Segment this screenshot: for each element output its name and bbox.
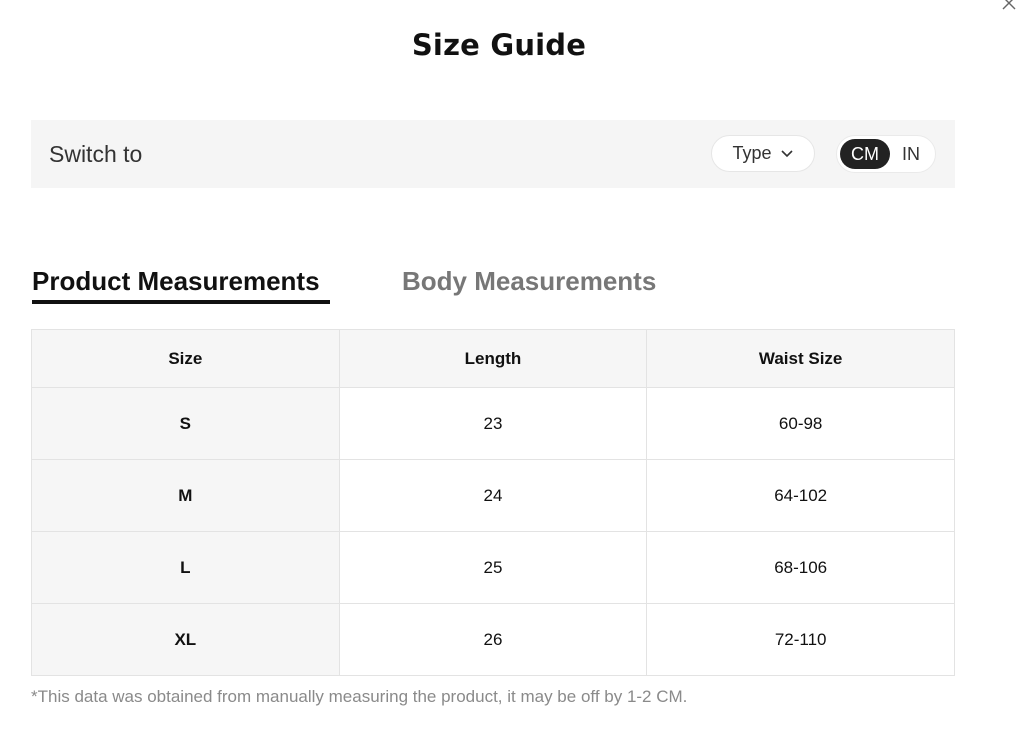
table-row: S 23 60-98 (31, 387, 955, 460)
chevron-down-icon (780, 149, 793, 157)
tab-body-measurements[interactable]: Body Measurements (402, 266, 656, 297)
waist-cell: 68-106 (646, 531, 955, 604)
table-header-row: Size Length Waist Size (31, 329, 955, 388)
table-row: L 25 68-106 (31, 531, 955, 604)
measurement-note: *This data was obtained from manually me… (31, 687, 688, 706)
waist-cell: 64-102 (646, 459, 955, 532)
header-length: Length (338, 329, 648, 388)
length-cell: 26 (338, 603, 648, 676)
table-row: XL 26 72-110 (31, 603, 955, 676)
waist-cell: 60-98 (646, 387, 955, 460)
switch-to-label: Switch to (49, 141, 143, 167)
type-dropdown-label: Type (732, 143, 772, 163)
tab-product-measurements[interactable]: Product Measurements (32, 266, 320, 297)
waist-cell: 72-110 (646, 603, 955, 676)
size-cell: L (31, 531, 340, 604)
size-cell: S (31, 387, 340, 460)
length-cell: 23 (338, 387, 648, 460)
length-cell: 25 (338, 531, 648, 604)
type-dropdown[interactable]: Type (711, 135, 815, 172)
header-waist-size: Waist Size (646, 329, 955, 388)
unit-switch-bar: Switch to Type CM IN (31, 120, 955, 188)
unit-in-button[interactable]: IN (891, 139, 931, 169)
close-icon (1002, 0, 1016, 10)
table-row: M 24 64-102 (31, 459, 955, 532)
size-table: Size Length Waist Size S 23 60-98 M 24 6… (31, 329, 955, 676)
size-cell: XL (31, 603, 340, 676)
dialog-title: Size Guide (411, 28, 587, 62)
unit-cm-button[interactable]: CM (840, 139, 890, 169)
size-cell: M (31, 459, 340, 532)
header-size: Size (31, 329, 340, 388)
unit-toggle: CM IN (836, 135, 936, 173)
close-button[interactable] (1000, 0, 1018, 12)
active-tab-underline (32, 300, 330, 304)
length-cell: 24 (338, 459, 648, 532)
